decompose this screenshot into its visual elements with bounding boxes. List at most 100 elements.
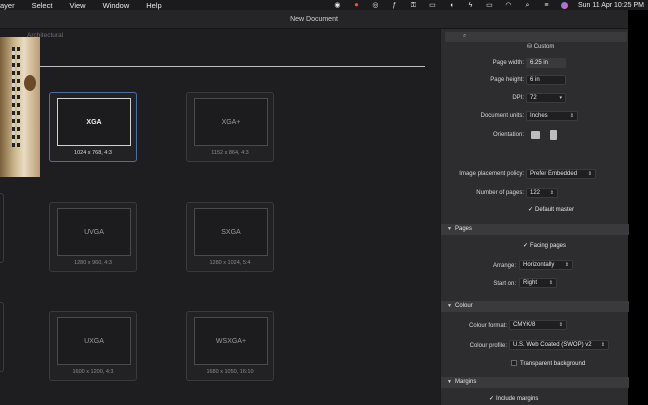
control-center-icon[interactable]: ≡ [542,2,551,9]
checkmark-icon: ✓ [528,207,534,213]
bolt-icon[interactable]: ϟ [466,2,475,9]
preset-card-sxga[interactable]: SXGA 1280 x 1024, 5:4 [186,202,274,272]
menu-view[interactable]: View [69,1,85,10]
preview-photo [0,37,40,177]
landscape-orientation-button[interactable] [531,131,540,139]
chevron-updown-icon: ⇕ [600,342,605,348]
preset-name: XGA [86,118,102,126]
placement-value: Prefer Embedded [530,171,578,177]
search-icon: ⌕ [463,33,467,39]
start-on-select[interactable]: Right ⇕ [519,278,557,288]
preset-card-partial[interactable] [0,302,4,372]
pages-section-header[interactable]: ▼ Pages [441,224,629,235]
preset-screen: SXGA [194,208,268,256]
preset-screen: UVGA [57,208,131,256]
menu-select[interactable]: Select [32,1,53,10]
display-icon[interactable]: ▭ [428,2,437,9]
preset-selector[interactable]: ⛁ Custom [527,43,567,50]
lock-icon[interactable]: ⚿ [409,2,418,9]
preset-icon: ⛁ [527,44,533,50]
preset-dims: 1280 x 1024, 5:4 [209,260,251,266]
stepper-icon: ⇕ [549,190,554,196]
colour-format-value: CMYK/8 [513,322,536,328]
default-master-checkbox[interactable]: ✓ Default master [528,206,574,213]
window-title: New Document [0,10,628,29]
dpi-field[interactable]: 72 ▾ [526,93,566,103]
preset-name: UVGA [84,228,104,236]
tab-architectural[interactable]: Architectural [27,32,63,39]
page-height-field[interactable]: 6 in [526,75,566,85]
number-of-pages-stepper[interactable]: 122 ⇕ [526,188,558,198]
menu-items: ayer Select View Window Help [0,1,162,10]
colour-format-select[interactable]: CMYK/8 ⇕ [509,320,567,330]
page-height-label: Page height: [490,77,524,83]
page-width-label: Page width: [492,60,524,66]
screen-edge [628,10,648,405]
colour-section-header[interactable]: ▼ Colour [441,301,629,312]
chevron-updown-icon: ⇕ [558,322,563,328]
battery-icon[interactable]: ▭ [485,2,494,9]
pages-section-title: Pages [455,226,473,232]
checkmark-icon: ✓ [489,396,495,402]
preset-dims: 1280 x 960, 4:3 [74,260,112,266]
preset-screen: WSXGA+ [194,317,268,365]
search-input[interactable]: ⌕ [445,32,627,42]
portrait-orientation-button[interactable] [550,130,557,140]
script-icon[interactable]: ƒ [390,2,399,9]
preset-name: WSXGA+ [215,337,247,345]
menu-help[interactable]: Help [146,1,161,10]
facing-pages-label: Facing pages [530,243,567,249]
preset-dims: 1680 x 1050, 16:10 [206,369,254,375]
ring-icon[interactable]: ◎ [371,2,380,9]
preset-card-wsxga-plus[interactable]: WSXGA+ 1680 x 1050, 16:10 [186,311,274,381]
disclosure-triangle-icon: ▼ [447,379,452,385]
number-of-pages-label: Number of pages: [476,190,524,196]
colour-profile-value: U.S. Web Coated (SWOP) v2 [513,342,592,348]
dpi-label: DPI: [512,95,524,101]
preset-name: SXGA [221,228,241,236]
preset-name: XGA+ [221,118,241,126]
checkmark-icon: ✓ [523,243,529,249]
person-decor [24,75,36,91]
dpi-value: 72 [530,95,537,101]
include-margins-checkbox[interactable]: ✓ Include margins [489,395,538,402]
siri-icon[interactable] [560,1,568,9]
colour-profile-label: Colour profile: [469,343,507,349]
preset-name: UXGA [84,337,104,345]
preset-card-xga-plus[interactable]: XGA+ 1152 x 864, 4:3 [186,92,274,162]
margins-section-header[interactable]: ▼ Margins [441,377,629,388]
wifi-icon[interactable]: ◠ [504,2,513,9]
preset-dims: 1024 x 768, 4:3 [74,150,112,156]
colour-format-label: Colour format: [468,323,507,329]
page-width-field[interactable]: 6.25 in [526,58,566,68]
preset-card-uxga[interactable]: UXGA 1600 x 1200, 4:3 [49,311,137,381]
chevron-updown-icon: ⇕ [564,262,569,268]
volume-icon[interactable]: ◖ [447,2,456,9]
checkbox-empty [511,360,517,366]
image-placement-select[interactable]: Prefer Embedded ⇕ [526,169,596,179]
screen-record-icon[interactable]: ⏺ [352,2,361,9]
menu-layer[interactable]: ayer [0,1,15,10]
chevron-down-icon: ▾ [559,95,562,101]
search-icon[interactable]: ⌕ [523,2,532,9]
arrange-value: Horizontally [523,262,555,268]
preset-card-partial[interactable] [0,193,4,263]
document-units-select[interactable]: Inches ⇕ [526,111,578,121]
settings-panel: ⌕ ⛁ Custom Page width: 6.25 in Page heig… [440,29,629,405]
chevron-updown-icon: ⇕ [548,280,553,286]
image-placement-label: Image placement policy: [459,171,524,177]
menubar-clock[interactable]: Sun 11 Apr 10:25 PM [578,2,644,9]
transparent-background-checkbox[interactable]: Transparent background [511,360,585,367]
preset-card-xga[interactable]: XGA 1024 x 768, 4:3 [49,92,137,162]
tab-divider [40,66,425,67]
arrange-select[interactable]: Horizontally ⇕ [519,260,573,270]
menu-window[interactable]: Window [103,1,130,10]
preset-dims: 1152 x 864, 4:3 [211,150,249,156]
disclosure-triangle-icon: ▼ [447,303,452,309]
facing-pages-checkbox[interactable]: ✓ Facing pages [523,242,566,249]
default-master-label: Default master [535,207,575,213]
colour-profile-select[interactable]: U.S. Web Coated (SWOP) v2 ⇕ [509,340,609,350]
preset-card-uvga[interactable]: UVGA 1280 x 960, 4:3 [49,202,137,272]
record-icon[interactable]: ◉ [333,2,342,9]
preset-name-label: Custom [533,44,555,50]
